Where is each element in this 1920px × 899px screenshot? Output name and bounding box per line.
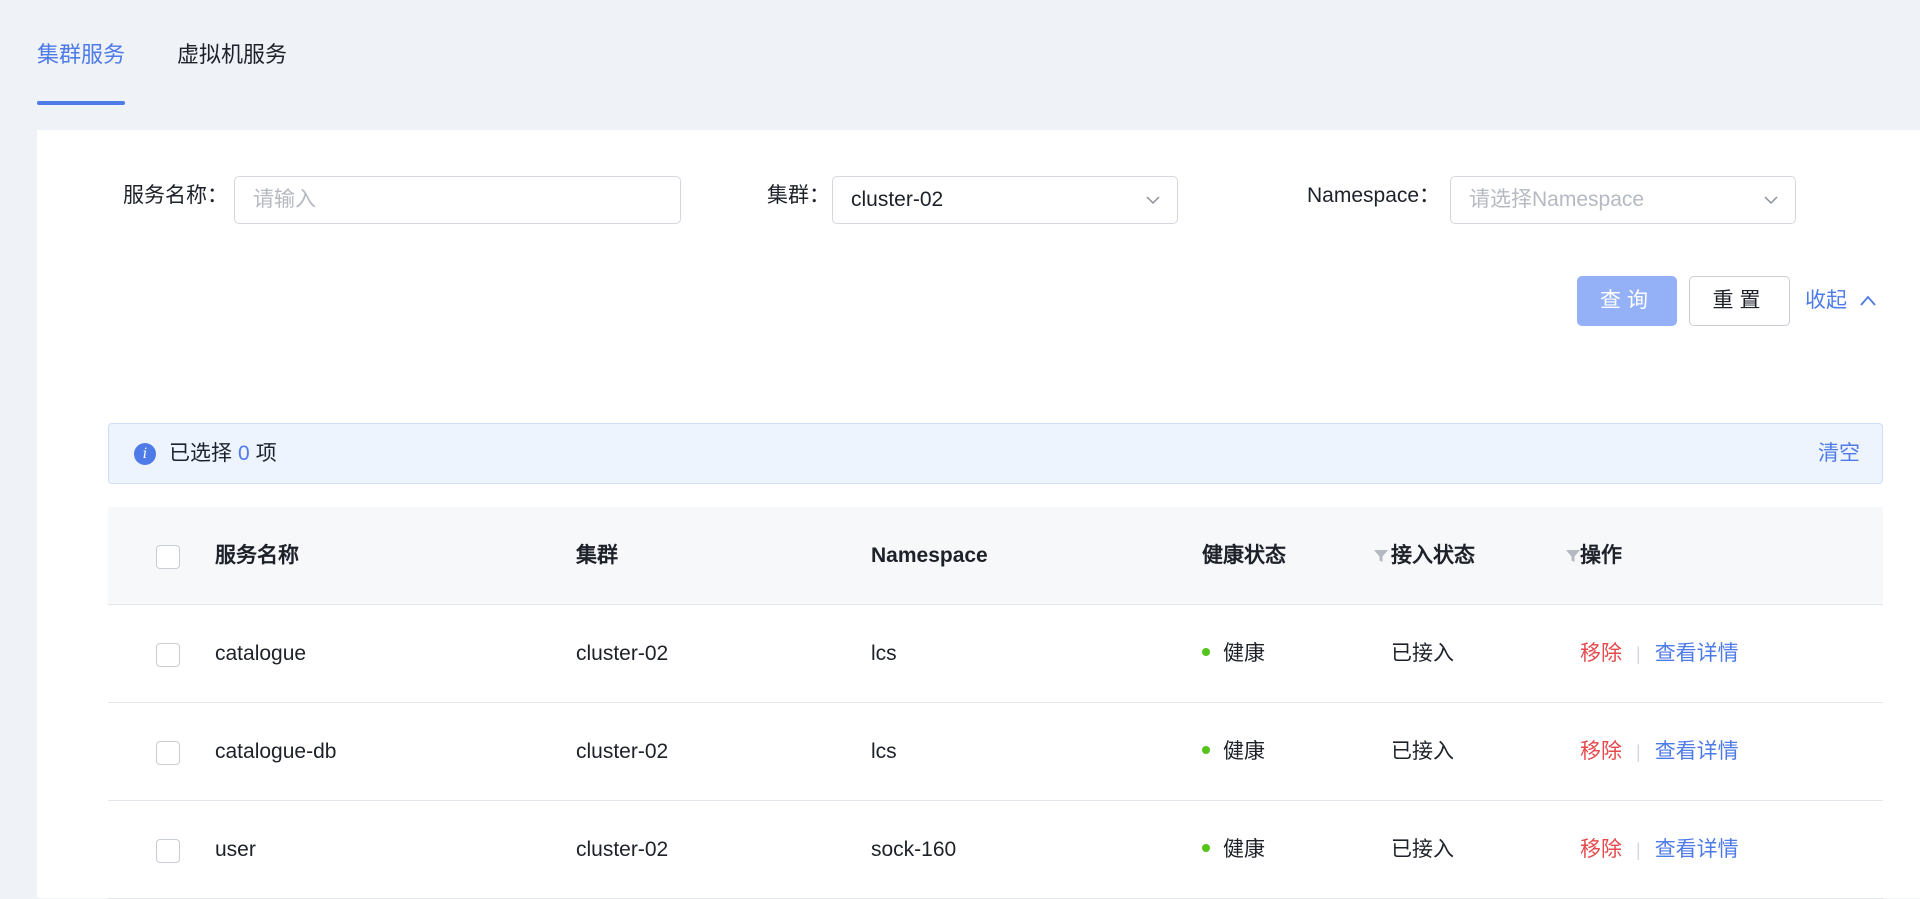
row-checkbox[interactable] <box>156 643 180 667</box>
access-cell: 已接入 <box>1391 642 1454 665</box>
row-checkbox[interactable] <box>156 741 180 765</box>
service-name-cell: catalogue <box>215 642 307 665</box>
collapse-toggle[interactable]: 收起 <box>1805 276 1877 326</box>
tab-vm-service[interactable]: 虚拟机服务 <box>177 0 287 106</box>
service-name-cell: user <box>215 838 256 861</box>
actions-cell: 移除 | 查看详情 <box>1580 801 1739 899</box>
health-text: 健康 <box>1223 740 1265 763</box>
cluster-cell: cluster-02 <box>576 740 669 763</box>
view-detail-link[interactable]: 查看详情 <box>1655 838 1739 861</box>
header-service-name: 服务名称 <box>215 544 299 567</box>
access-cell: 已接入 <box>1391 838 1454 861</box>
actions-cell: 移除 | 查看详情 <box>1580 703 1739 801</box>
info-icon: i <box>134 443 156 465</box>
table-row: catalogue-db cluster-02 lcs 健康 已接入 移除 | 查看… <box>108 703 1883 801</box>
cluster-label: 集群： <box>767 184 830 207</box>
namespace-select[interactable]: 请选择Namespace <box>1450 176 1796 224</box>
cluster-select-value: cluster-02 <box>851 188 944 211</box>
chevron-down-icon <box>1146 196 1160 205</box>
query-button[interactable]: 查询 <box>1577 276 1677 326</box>
remove-link[interactable]: 移除 <box>1580 740 1622 763</box>
row-checkbox[interactable] <box>156 839 180 863</box>
header-cluster: 集群 <box>576 544 618 567</box>
service-name-input[interactable]: 请输入 <box>234 176 681 224</box>
view-detail-link[interactable]: 查看详情 <box>1655 740 1739 763</box>
action-divider: | <box>1636 840 1641 860</box>
healthy-dot-icon <box>1202 844 1210 853</box>
health-filter-icon[interactable] <box>1372 547 1390 565</box>
header-health-status: 健康状态 <box>1202 544 1286 567</box>
tab-bar: 集群服务 虚拟机服务 <box>37 0 339 106</box>
namespace-cell: lcs <box>871 642 897 665</box>
service-table: 服务名称 集群 Namespace 健康状态 接入状态 操作 catalogue… <box>108 507 1883 899</box>
chevron-down-icon <box>1764 196 1778 205</box>
header-actions: 操作 <box>1580 544 1622 567</box>
service-name-label: 服务名称： <box>123 184 228 207</box>
namespace-select-placeholder: 请选择Namespace <box>1469 188 1645 211</box>
chevron-up-icon <box>1860 295 1876 306</box>
selection-count: 0 <box>238 442 250 465</box>
healthy-dot-icon <box>1202 746 1210 755</box>
health-cell: 健康 <box>1202 605 1265 703</box>
remove-link[interactable]: 移除 <box>1580 838 1622 861</box>
view-detail-link[interactable]: 查看详情 <box>1655 642 1739 665</box>
clear-selection-link[interactable]: 清空 <box>1818 424 1860 483</box>
action-divider: | <box>1636 742 1641 762</box>
cluster-cell: cluster-02 <box>576 642 669 665</box>
service-name-cell: catalogue-db <box>215 740 337 763</box>
cluster-select[interactable]: cluster-02 <box>832 176 1178 224</box>
healthy-dot-icon <box>1202 648 1210 657</box>
tab-cluster-service[interactable]: 集群服务 <box>37 0 126 106</box>
table-header: 服务名称 集群 Namespace 健康状态 接入状态 操作 <box>108 507 1883 605</box>
selection-alert: i 已选择 0 项 清空 <box>108 423 1883 484</box>
namespace-cell: sock-160 <box>871 838 957 861</box>
collapse-label: 收起 <box>1805 289 1847 312</box>
namespace-label: Namespace： <box>1307 184 1441 207</box>
health-cell: 健康 <box>1202 801 1265 899</box>
selection-summary: 已选择 0 项 <box>169 424 277 483</box>
selection-suffix: 项 <box>255 442 277 465</box>
table-row: user cluster-02 sock-160 健康 已接入 移除 | 查看详情 <box>108 801 1883 899</box>
main-panel: 服务名称： 请输入 集群： cluster-02 Namespace： 请选择N… <box>37 130 1920 899</box>
header-namespace: Namespace <box>871 544 988 567</box>
remove-link[interactable]: 移除 <box>1580 642 1622 665</box>
action-divider: | <box>1636 644 1641 664</box>
access-cell: 已接入 <box>1391 740 1454 763</box>
health-text: 健康 <box>1223 642 1265 665</box>
cluster-cell: cluster-02 <box>576 838 669 861</box>
header-access-status: 接入状态 <box>1391 544 1475 567</box>
health-cell: 健康 <box>1202 703 1265 801</box>
select-all-checkbox[interactable] <box>156 545 180 569</box>
namespace-cell: lcs <box>871 740 897 763</box>
reset-button[interactable]: 重置 <box>1689 276 1790 326</box>
health-text: 健康 <box>1223 838 1265 861</box>
actions-cell: 移除 | 查看详情 <box>1580 605 1739 703</box>
selection-prefix: 已选择 <box>169 442 232 465</box>
table-row: catalogue cluster-02 lcs 健康 已接入 移除 | 查看详情 <box>108 605 1883 703</box>
